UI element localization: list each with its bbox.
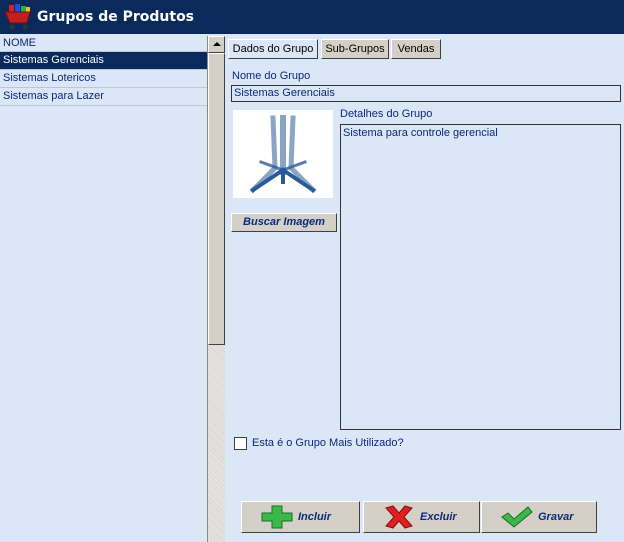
window-title: Grupos de Produtos bbox=[37, 9, 195, 25]
tab-sub-grupos[interactable]: Sub-Grupos bbox=[321, 39, 389, 59]
x-icon bbox=[385, 505, 413, 529]
buscar-imagem-button[interactable]: Buscar Imagem bbox=[231, 213, 337, 232]
group-list[interactable]: NOME Sistemas Gerenciais Sistemas Loteri… bbox=[0, 36, 208, 542]
scroll-up-arrow-icon[interactable] bbox=[208, 36, 225, 53]
tab-vendas[interactable]: Vendas bbox=[391, 39, 441, 59]
detalhes-label: Detalhes do Grupo bbox=[340, 108, 433, 120]
list-item[interactable]: Sistemas para Lazer bbox=[0, 88, 207, 106]
group-image bbox=[233, 110, 333, 198]
excluir-label: Excluir bbox=[420, 511, 457, 523]
list-scrollbar[interactable] bbox=[207, 36, 225, 542]
nome-label: Nome do Grupo bbox=[232, 70, 311, 82]
list-header-nome[interactable]: NOME bbox=[0, 36, 207, 52]
title-bar: Grupos de Produtos bbox=[0, 0, 624, 34]
shopping-cart-icon bbox=[4, 4, 31, 30]
list-item[interactable]: Sistemas Lotericos bbox=[0, 70, 207, 88]
check-icon bbox=[501, 506, 533, 528]
list-item[interactable]: Sistemas Gerenciais bbox=[0, 52, 207, 70]
group-image-graphic bbox=[249, 115, 317, 194]
incluir-label: Incluir bbox=[298, 511, 332, 523]
gravar-label: Gravar bbox=[538, 511, 574, 523]
plus-icon bbox=[261, 505, 293, 529]
mais-utilizado-checkbox[interactable] bbox=[234, 437, 247, 450]
mais-utilizado-label: Esta é o Grupo Mais Utilizado? bbox=[252, 437, 404, 449]
gravar-button[interactable]: Gravar bbox=[481, 501, 597, 533]
tab-dados-do-grupo[interactable]: Dados do Grupo bbox=[228, 39, 318, 59]
nome-field[interactable]: Sistemas Gerenciais bbox=[231, 85, 621, 102]
incluir-button[interactable]: Incluir bbox=[241, 501, 360, 533]
scroll-thumb[interactable] bbox=[208, 53, 225, 345]
detalhes-textarea[interactable]: Sistema para controle gerencial bbox=[340, 124, 621, 430]
excluir-button[interactable]: Excluir bbox=[363, 501, 480, 533]
